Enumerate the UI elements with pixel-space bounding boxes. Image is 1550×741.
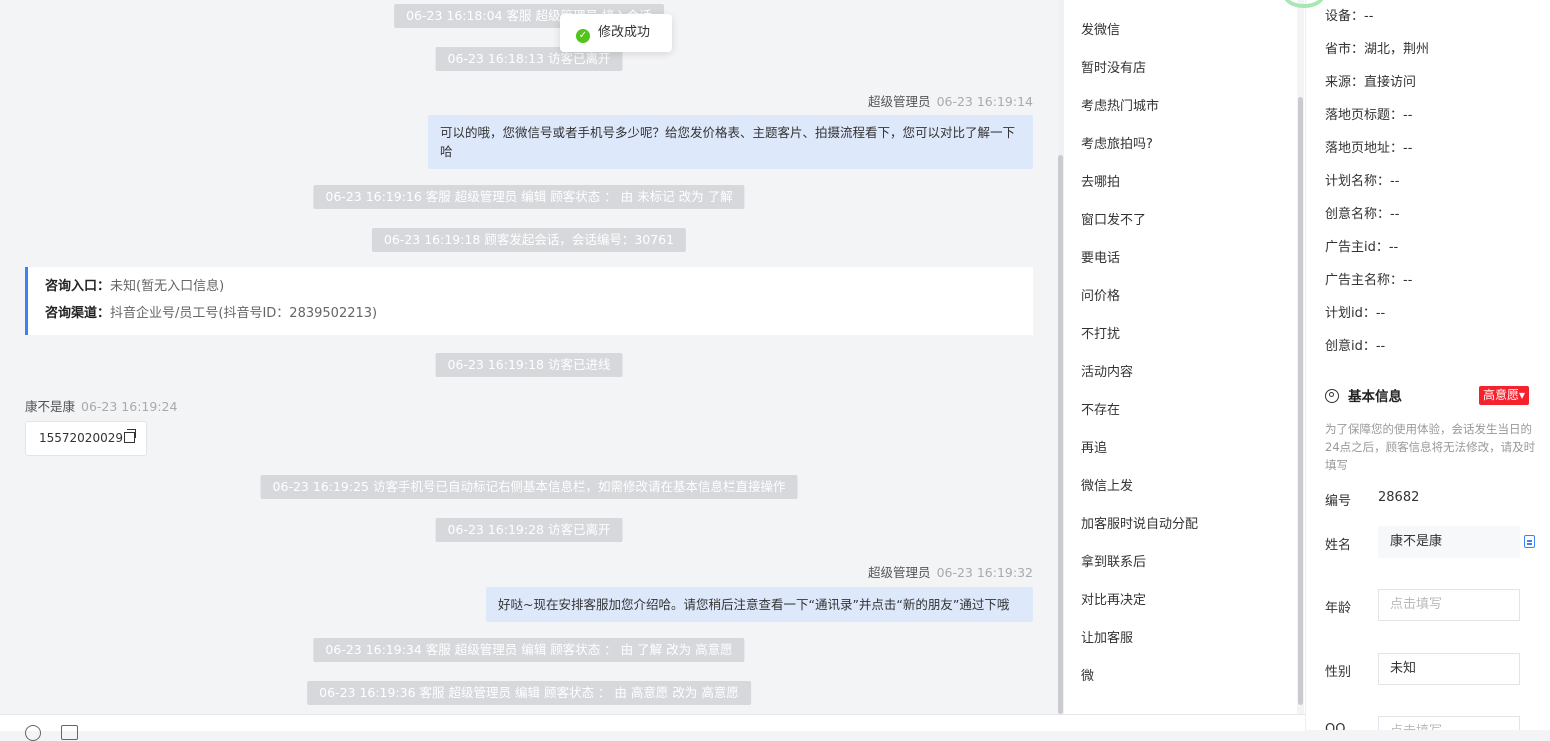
agent-message-bubble: 好哒~现在安排客服加您介绍哈。请您稍后注意查看一下“通讯录”并点击“新的朋友”通…	[486, 587, 1033, 622]
emoji-icon[interactable]	[25, 725, 41, 741]
intent-status-value: 高意愿	[1483, 388, 1520, 402]
system-message: 06-23 16:19:25 访客手机号已自动标记右侧基本信息栏，如需修改请在基…	[260, 475, 798, 499]
caret-down-icon: ▾	[1519, 388, 1526, 402]
id-label: 编号	[1325, 494, 1352, 509]
attr-source: 来源：直接访问	[1325, 75, 1417, 90]
toast-text: 修改成功	[598, 25, 651, 40]
document-icon[interactable]	[1524, 535, 1535, 548]
message-time: 06-23 16:19:24	[81, 399, 178, 414]
quick-reply-item[interactable]: 考虑热门城市	[1081, 95, 1159, 114]
system-message: 06-23 16:19:36 客服 超级管理员 编辑 顾客状态 ： 由 高意愿 …	[307, 681, 751, 705]
attr-landing-title: 落地页标题：--	[1325, 108, 1413, 123]
quick-reply-item[interactable]: 微信上发	[1081, 475, 1133, 494]
attr-landing-url: 落地页地址：--	[1325, 141, 1413, 156]
quick-reply-item[interactable]: 拿到联系后	[1081, 551, 1146, 570]
message-time: 06-23 16:19:14	[936, 94, 1033, 109]
quick-reply-item[interactable]: 考虑旅拍吗?	[1081, 133, 1153, 152]
quick-reply-item[interactable]: 让加客服	[1081, 627, 1133, 646]
basic-info-title: 基本信息	[1325, 385, 1402, 405]
quick-reply-item[interactable]: 问价格	[1081, 285, 1120, 304]
age-field[interactable]: 点击填写	[1378, 589, 1520, 621]
quick-reply-item[interactable]: 加客服时说自动分配	[1081, 513, 1198, 532]
image-icon[interactable]	[61, 725, 78, 740]
quick-reply-item[interactable]: 活动内容	[1081, 361, 1133, 380]
name-field[interactable]: 康不是康	[1378, 526, 1520, 558]
quick-reply-item[interactable]: 去哪拍	[1081, 171, 1120, 190]
copy-icon[interactable]	[123, 429, 136, 443]
visitor-message-header: 康不是康 06-23 16:19:24	[25, 396, 177, 415]
attr-plan-name: 计划名称：--	[1325, 174, 1400, 189]
quick-reply-item[interactable]: 不打扰	[1081, 323, 1120, 342]
system-message: 06-23 16:19:18 顾客发起会话，会话编号：30761	[371, 228, 687, 252]
consult-entry-row: 咨询入口：未知(暂无入口信息)	[45, 276, 1033, 303]
visitor-phone-text: 15572020029	[39, 431, 123, 445]
consult-info-card: 咨询入口：未知(暂无入口信息) 咨询渠道：抖音企业号/员工号(抖音号ID：283…	[25, 267, 1033, 335]
user-icon	[1325, 389, 1339, 403]
quick-reply-list: 发微信 暂时没有店 考虑热门城市 考虑旅拍吗? 去哪拍 窗口发不了 要电话 问价…	[1064, 0, 1305, 714]
id-value: 28682	[1378, 490, 1420, 505]
consult-channel-row: 咨询渠道：抖音企业号/员工号(抖音号ID：2839502213)	[45, 303, 1033, 330]
chat-scrollbar-thumb[interactable]	[1058, 155, 1063, 714]
attr-creative-name: 创意名称：--	[1325, 207, 1400, 222]
quick-reply-item[interactable]: 窗口发不了	[1081, 209, 1146, 228]
check-circle-icon: ✓	[576, 29, 590, 43]
success-toast: ✓ 修改成功	[560, 14, 672, 52]
name-label: 姓名	[1325, 538, 1352, 553]
attr-region: 省市：湖北，荆州	[1325, 42, 1430, 57]
consult-entry-value: 未知(暂无入口信息)	[110, 279, 225, 294]
chat-panel: 06-23 16:18:04 客服 超级管理员 接入会话 06-23 16:18…	[0, 0, 1062, 714]
quick-reply-item[interactable]: 发微信	[1081, 19, 1120, 38]
consult-channel-label: 咨询渠道：	[45, 306, 111, 321]
customer-info-panel: 设备：-- 省市：湖北，荆州 来源：直接访问 落地页标题：-- 落地页地址：--…	[1305, 0, 1550, 730]
gender-select[interactable]: 未知	[1378, 653, 1520, 685]
basic-info-title-text: 基本信息	[1348, 389, 1402, 405]
attr-plan-id: 计划id：--	[1325, 306, 1386, 321]
quick-reply-item[interactable]: 要电话	[1081, 247, 1120, 266]
agent-message-header: 超级管理员 06-23 16:19:32	[868, 562, 1033, 581]
visitor-name: 康不是康	[25, 399, 76, 414]
quick-reply-item[interactable]: 暂时没有店	[1081, 57, 1146, 76]
quick-reply-scrollbar-thumb[interactable]	[1298, 97, 1303, 705]
system-message: 06-23 16:19:28 访客已离开	[435, 518, 623, 542]
system-message: 06-23 16:19:34 客服 超级管理员 编辑 顾客状态 ： 由 了解 改…	[313, 638, 745, 662]
agent-name: 超级管理员	[868, 565, 931, 580]
message-time: 06-23 16:19:32	[936, 565, 1033, 580]
attr-advertiser-id: 广告主id：--	[1325, 240, 1399, 255]
system-message: 06-23 16:19:16 客服 超级管理员 编辑 顾客状态 ： 由 未标记 …	[313, 185, 745, 209]
quick-reply-item[interactable]: 再追	[1081, 437, 1107, 456]
gender-label: 性别	[1325, 665, 1352, 680]
qq-label: QQ	[1325, 722, 1346, 730]
system-message: 06-23 16:19:18 访客已进线	[435, 353, 623, 377]
attr-creative-id: 创意id：--	[1325, 339, 1386, 354]
edit-deadline-tip: 为了保障您的使用体验，会话发生当日的24点之后，顾客信息将无法修改，请及时填写	[1325, 422, 1536, 472]
quick-reply-item[interactable]: 微	[1081, 665, 1094, 684]
agent-message-bubble: 可以的哦，您微信号或者手机号多少呢？给您发价格表、主题客片、拍摄流程看下，您可以…	[428, 115, 1033, 169]
consult-channel-value: 抖音企业号/员工号(抖音号ID：2839502213)	[110, 306, 378, 321]
agent-message-header: 超级管理员 06-23 16:19:14	[868, 91, 1033, 110]
visitor-message-bubble: 15572020029	[25, 421, 147, 456]
quick-reply-item[interactable]: 不存在	[1081, 399, 1120, 418]
quick-reply-item[interactable]: 对比再决定	[1081, 589, 1146, 608]
input-toolbar	[0, 714, 1305, 741]
age-label: 年龄	[1325, 601, 1352, 616]
attr-advertiser-name: 广告主名称：--	[1325, 273, 1413, 288]
consult-entry-label: 咨询入口：	[45, 279, 111, 294]
agent-name: 超级管理员	[868, 94, 931, 109]
intent-status-dropdown[interactable]: 高意愿▾	[1479, 386, 1530, 405]
attr-device: 设备：--	[1325, 9, 1374, 24]
qq-field[interactable]: 点击填写	[1378, 716, 1520, 730]
